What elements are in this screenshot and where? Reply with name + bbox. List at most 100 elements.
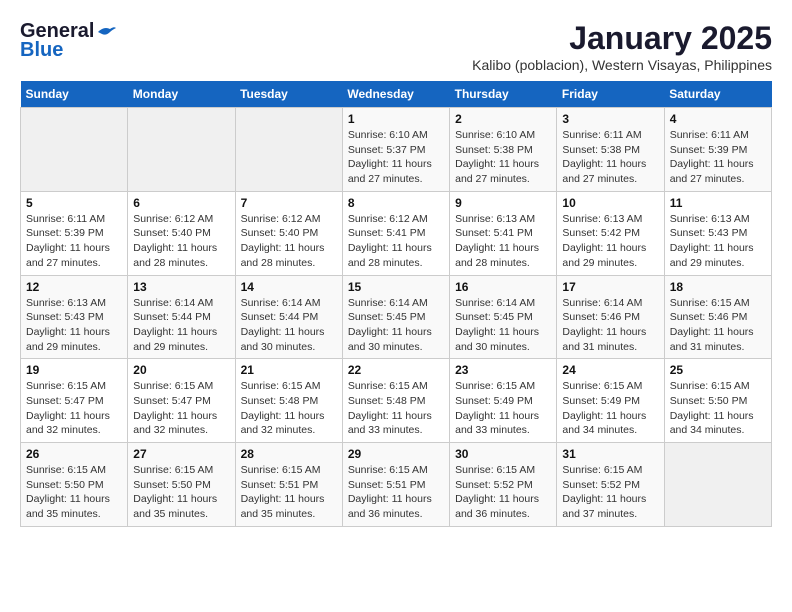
day-info: Sunrise: 6:13 AMSunset: 5:43 PMDaylight:…	[26, 296, 122, 355]
day-info: Sunrise: 6:15 AMSunset: 5:47 PMDaylight:…	[133, 379, 229, 438]
calendar-cell: 3 Sunrise: 6:11 AMSunset: 5:38 PMDaylight…	[557, 108, 664, 192]
day-number: 8	[348, 196, 444, 210]
day-number: 19	[26, 363, 122, 377]
calendar-cell	[128, 108, 235, 192]
calendar-table: SundayMondayTuesdayWednesdayThursdayFrid…	[20, 81, 772, 527]
day-info: Sunrise: 6:15 AMSunset: 5:48 PMDaylight:…	[241, 379, 337, 438]
day-number: 26	[26, 447, 122, 461]
calendar-cell: 20 Sunrise: 6:15 AMSunset: 5:47 PMDayligh…	[128, 359, 235, 443]
calendar-week-5: 26 Sunrise: 6:15 AMSunset: 5:50 PMDayligh…	[21, 443, 772, 527]
calendar-cell: 5 Sunrise: 6:11 AMSunset: 5:39 PMDaylight…	[21, 191, 128, 275]
header-thursday: Thursday	[450, 81, 557, 108]
day-info: Sunrise: 6:14 AMSunset: 5:44 PMDaylight:…	[241, 296, 337, 355]
day-number: 14	[241, 280, 337, 294]
calendar-cell: 26 Sunrise: 6:15 AMSunset: 5:50 PMDayligh…	[21, 443, 128, 527]
calendar-body: 1Sunrise: 6:10 AMSunset: 5:37 PMDaylight…	[21, 108, 772, 527]
calendar-cell: 6Sunrise: 6:12 AMSunset: 5:40 PMDaylight…	[128, 191, 235, 275]
calendar-cell: 25 Sunrise: 6:15 AMSunset: 5:50 PMDayligh…	[664, 359, 771, 443]
logo-blue-text: Blue	[20, 39, 63, 62]
header-sunday: Sunday	[21, 81, 128, 108]
header-monday: Monday	[128, 81, 235, 108]
day-info: Sunrise: 6:13 AMSunset: 5:41 PMDaylight:…	[455, 212, 551, 271]
day-info: Sunrise: 6:11 AMSunset: 5:38 PMDaylight:…	[562, 128, 658, 187]
day-info: Sunrise: 6:13 AMSunset: 5:42 PMDaylight:…	[562, 212, 658, 271]
day-info: Sunrise: 6:11 AMSunset: 5:39 PMDaylight:…	[26, 212, 122, 271]
header-friday: Friday	[557, 81, 664, 108]
day-info: Sunrise: 6:15 AMSunset: 5:50 PMDaylight:…	[26, 463, 122, 522]
day-number: 17	[562, 280, 658, 294]
day-number: 13	[133, 280, 229, 294]
calendar-cell: 31 Sunrise: 6:15 AMSunset: 5:52 PMDayligh…	[557, 443, 664, 527]
calendar-cell: 18 Sunrise: 6:15 AMSunset: 5:46 PMDayligh…	[664, 275, 771, 359]
day-number: 30	[455, 447, 551, 461]
calendar-cell: 14 Sunrise: 6:14 AMSunset: 5:44 PMDayligh…	[235, 275, 342, 359]
calendar-week-1: 1Sunrise: 6:10 AMSunset: 5:37 PMDaylight…	[21, 108, 772, 192]
calendar-cell: 19 Sunrise: 6:15 AMSunset: 5:47 PMDayligh…	[21, 359, 128, 443]
calendar-cell: 23 Sunrise: 6:15 AMSunset: 5:49 PMDayligh…	[450, 359, 557, 443]
calendar-cell: 1Sunrise: 6:10 AMSunset: 5:37 PMDaylight…	[342, 108, 449, 192]
calendar-cell: 12 Sunrise: 6:13 AMSunset: 5:43 PMDayligh…	[21, 275, 128, 359]
calendar-cell: 10 Sunrise: 6:13 AMSunset: 5:42 PMDayligh…	[557, 191, 664, 275]
day-number: 25	[670, 363, 766, 377]
day-number: 21	[241, 363, 337, 377]
calendar-cell: 2Sunrise: 6:10 AMSunset: 5:38 PMDaylight…	[450, 108, 557, 192]
day-info: Sunrise: 6:14 AMSunset: 5:46 PMDaylight:…	[562, 296, 658, 355]
day-info: Sunrise: 6:11 AMSunset: 5:39 PMDaylight:…	[670, 128, 766, 187]
calendar-cell: 22 Sunrise: 6:15 AMSunset: 5:48 PMDayligh…	[342, 359, 449, 443]
logo-bird-icon	[96, 24, 118, 40]
day-info: Sunrise: 6:15 AMSunset: 5:50 PMDaylight:…	[133, 463, 229, 522]
day-number: 18	[670, 280, 766, 294]
day-number: 3	[562, 112, 658, 126]
day-number: 23	[455, 363, 551, 377]
day-number: 22	[348, 363, 444, 377]
calendar-cell: 21 Sunrise: 6:15 AMSunset: 5:48 PMDayligh…	[235, 359, 342, 443]
day-info: Sunrise: 6:15 AMSunset: 5:52 PMDaylight:…	[562, 463, 658, 522]
header-saturday: Saturday	[664, 81, 771, 108]
day-info: Sunrise: 6:15 AMSunset: 5:47 PMDaylight:…	[26, 379, 122, 438]
day-info: Sunrise: 6:13 AMSunset: 5:43 PMDaylight:…	[670, 212, 766, 271]
day-info: Sunrise: 6:14 AMSunset: 5:45 PMDaylight:…	[348, 296, 444, 355]
day-number: 1	[348, 112, 444, 126]
day-info: Sunrise: 6:14 AMSunset: 5:44 PMDaylight:…	[133, 296, 229, 355]
header-tuesday: Tuesday	[235, 81, 342, 108]
day-info: Sunrise: 6:15 AMSunset: 5:49 PMDaylight:…	[562, 379, 658, 438]
calendar-cell	[235, 108, 342, 192]
day-number: 29	[348, 447, 444, 461]
calendar-week-4: 19 Sunrise: 6:15 AMSunset: 5:47 PMDayligh…	[21, 359, 772, 443]
day-info: Sunrise: 6:15 AMSunset: 5:46 PMDaylight:…	[670, 296, 766, 355]
calendar-cell: 16Sunrise: 6:14 AMSunset: 5:45 PMDayligh…	[450, 275, 557, 359]
day-number: 24	[562, 363, 658, 377]
day-info: Sunrise: 6:15 AMSunset: 5:48 PMDaylight:…	[348, 379, 444, 438]
calendar-cell	[664, 443, 771, 527]
calendar-cell: 28Sunrise: 6:15 AMSunset: 5:51 PMDayligh…	[235, 443, 342, 527]
calendar-cell: 13 Sunrise: 6:14 AMSunset: 5:44 PMDayligh…	[128, 275, 235, 359]
calendar-cell: 29Sunrise: 6:15 AMSunset: 5:51 PMDayligh…	[342, 443, 449, 527]
day-info: Sunrise: 6:15 AMSunset: 5:50 PMDaylight:…	[670, 379, 766, 438]
day-number: 31	[562, 447, 658, 461]
day-number: 28	[241, 447, 337, 461]
calendar-header-row: SundayMondayTuesdayWednesdayThursdayFrid…	[21, 81, 772, 108]
day-number: 5	[26, 196, 122, 210]
day-number: 20	[133, 363, 229, 377]
page-header: General Blue January 2025 Kalibo (poblac…	[20, 20, 772, 73]
day-number: 9	[455, 196, 551, 210]
day-info: Sunrise: 6:14 AMSunset: 5:45 PMDaylight:…	[455, 296, 551, 355]
calendar-cell: 27 Sunrise: 6:15 AMSunset: 5:50 PMDayligh…	[128, 443, 235, 527]
day-info: Sunrise: 6:12 AMSunset: 5:40 PMDaylight:…	[241, 212, 337, 271]
page-title: January 2025	[472, 20, 772, 57]
day-number: 27	[133, 447, 229, 461]
day-number: 2	[455, 112, 551, 126]
day-info: Sunrise: 6:15 AMSunset: 5:52 PMDaylight:…	[455, 463, 551, 522]
calendar-cell: 7Sunrise: 6:12 AMSunset: 5:40 PMDaylight…	[235, 191, 342, 275]
day-info: Sunrise: 6:12 AMSunset: 5:40 PMDaylight:…	[133, 212, 229, 271]
calendar-cell	[21, 108, 128, 192]
title-block: January 2025 Kalibo (poblacion), Western…	[472, 20, 772, 73]
page-subtitle: Kalibo (poblacion), Western Visayas, Phi…	[472, 57, 772, 73]
calendar-cell: 24 Sunrise: 6:15 AMSunset: 5:49 PMDayligh…	[557, 359, 664, 443]
day-info: Sunrise: 6:15 AMSunset: 5:49 PMDaylight:…	[455, 379, 551, 438]
calendar-cell: 8Sunrise: 6:12 AMSunset: 5:41 PMDaylight…	[342, 191, 449, 275]
calendar-week-2: 5 Sunrise: 6:11 AMSunset: 5:39 PMDaylight…	[21, 191, 772, 275]
day-number: 12	[26, 280, 122, 294]
calendar-cell: 15Sunrise: 6:14 AMSunset: 5:45 PMDayligh…	[342, 275, 449, 359]
day-number: 10	[562, 196, 658, 210]
